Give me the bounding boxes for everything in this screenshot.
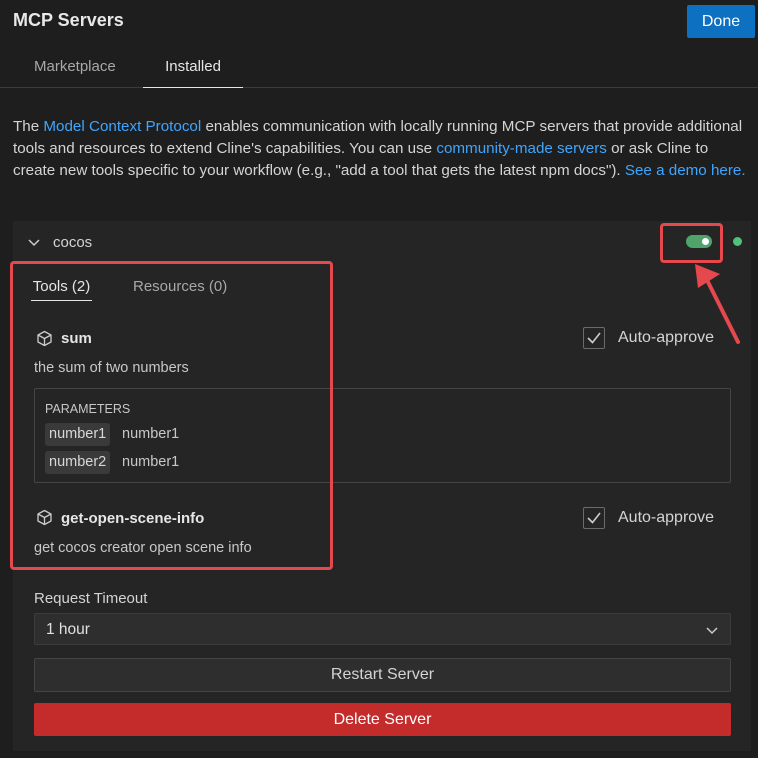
tab-installed[interactable]: Installed xyxy=(143,58,243,88)
tab-bar: Marketplace Installed xyxy=(0,50,758,88)
done-button[interactable]: Done xyxy=(687,5,755,38)
auto-approve-checkbox[interactable] xyxy=(583,327,605,349)
auto-approve-checkbox[interactable] xyxy=(583,507,605,529)
restart-server-button[interactable]: Restart Server xyxy=(34,658,731,692)
intro-text: The Model Context Protocol enables commu… xyxy=(13,116,748,182)
mcp-link[interactable]: Model Context Protocol xyxy=(43,118,201,135)
annotation-tools-box xyxy=(10,261,333,570)
intro-text-part: The xyxy=(13,118,44,135)
auto-approve-label: Auto-approve xyxy=(618,509,715,526)
tab-marketplace[interactable]: Marketplace xyxy=(34,58,116,75)
check-icon xyxy=(587,332,601,344)
status-dot xyxy=(733,237,742,246)
server-header[interactable]: cocos xyxy=(13,221,751,263)
page-title: MCP Servers xyxy=(13,10,124,30)
check-icon xyxy=(587,512,601,524)
demo-link[interactable]: See a demo here. xyxy=(625,162,746,179)
chevron-down-icon[interactable] xyxy=(26,234,42,250)
chevron-down-icon xyxy=(706,627,718,635)
community-servers-link[interactable]: community-made servers xyxy=(436,140,606,157)
request-timeout-label: Request Timeout xyxy=(34,590,148,607)
header: MCP Servers Done xyxy=(0,0,758,44)
annotation-toggle-box xyxy=(660,223,723,263)
request-timeout-select[interactable]: 1 hour xyxy=(34,613,731,645)
annotation-arrow-icon xyxy=(695,264,740,344)
server-name: cocos xyxy=(53,234,93,251)
timeout-value: 1 hour xyxy=(46,621,90,638)
delete-server-button[interactable]: Delete Server xyxy=(34,703,731,736)
